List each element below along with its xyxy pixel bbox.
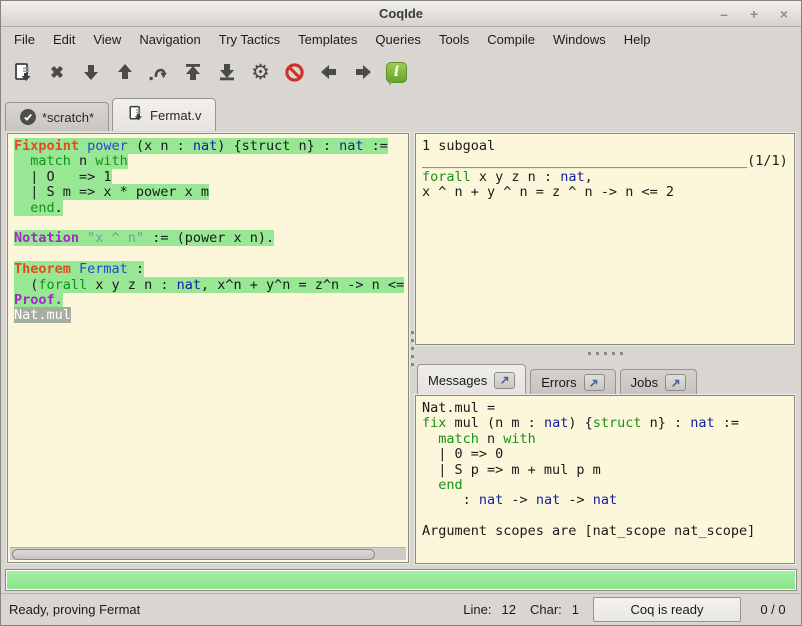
horizontal-scrollbar[interactable] [10,547,406,560]
tab-label: Jobs [631,375,658,390]
about-button[interactable]: i [383,57,410,87]
tab-label: Errors [541,375,576,390]
line-value: 12 [502,602,516,617]
tab-jobs[interactable]: Jobs [620,369,697,395]
arrow-down-icon [81,62,101,82]
script-view[interactable]: Fixpoint power (x n : nat) {struct n} : … [9,135,407,547]
save-button[interactable] [9,57,36,87]
status-bar: Ready, proving Fermat Line: 12 Char: 1 C… [1,593,801,625]
arrow-left-icon [319,62,339,82]
editor-pane[interactable]: Fixpoint power (x n : nat) {struct n} : … [7,133,409,563]
backward-one-button[interactable] [111,57,138,87]
arrow-right-icon [353,62,373,82]
coq-state-indicator: Coq is ready [593,597,741,622]
progress-fill [7,571,795,589]
interrupt-button[interactable] [281,57,308,87]
messages-pane: Nat.mul =fix mul (n m : nat) {struct n} … [415,395,795,564]
goals-pane: 1 subgoal_______________________________… [415,133,795,345]
go-to-cursor-button[interactable] [145,57,172,87]
progress-bar [5,569,797,591]
menu-templates[interactable]: Templates [289,29,366,50]
goals-view: 1 subgoal_______________________________… [417,135,793,343]
close-buffer-button[interactable] [43,57,70,87]
window-title: CoqIde [1,6,801,21]
menu-windows[interactable]: Windows [544,29,615,50]
tab-label: Messages [428,373,487,388]
coqide-window: CoqIde – + × File Edit View Navigation T… [0,0,802,626]
status-message: Ready, proving Fermat [9,602,140,617]
previous-button[interactable] [315,57,342,87]
arrow-to-top-icon [183,62,203,82]
tab-errors[interactable]: Errors [530,369,615,395]
detach-button[interactable] [665,374,686,391]
line-label: Line: [463,602,491,617]
forward-one-button[interactable] [77,57,104,87]
info-icon: i [386,62,407,83]
curved-arrow-icon [148,62,169,83]
minimize-button[interactable]: – [717,6,731,22]
counter: 0 / 0 [753,602,793,617]
arrow-up-icon [115,62,135,82]
menu-bar: File Edit View Navigation Try Tactics Te… [1,28,801,51]
menu-try-tactics[interactable]: Try Tactics [210,29,289,50]
preferences-button[interactable]: ⚙ [247,57,274,87]
main-area: Fixpoint power (x n : nat) {struct n} : … [1,131,801,566]
scrollbar-thumb[interactable] [12,549,375,560]
go-to-end-button[interactable] [213,57,240,87]
tab-messages[interactable]: Messages [417,364,526,395]
menu-navigation[interactable]: Navigation [130,29,209,50]
menu-file[interactable]: File [5,29,44,50]
detach-button[interactable] [584,374,605,391]
menu-queries[interactable]: Queries [366,29,430,50]
restart-button[interactable] [179,57,206,87]
tab-label: *scratch* [42,110,94,125]
close-button[interactable]: × [777,6,791,22]
menu-compile[interactable]: Compile [478,29,544,50]
char-label: Char: [530,602,562,617]
messages-view: Nat.mul =fix mul (n m : nat) {struct n} … [417,397,793,562]
check-circle-icon [20,109,36,125]
gear-icon: ⚙ [251,62,270,83]
horizontal-splitter[interactable] [415,345,795,361]
menu-edit[interactable]: Edit [44,29,84,50]
next-button[interactable] [349,57,376,87]
menu-help[interactable]: Help [615,29,660,50]
detach-button[interactable] [494,372,515,389]
title-bar: CoqIde – + × [1,1,801,27]
tab-bar: *scratch* Fermat.v [5,97,801,131]
tab-scratch[interactable]: *scratch* [5,102,109,131]
toolbar: ⚙ i [1,53,801,91]
tab-label: Fermat.v [150,108,201,123]
char-value: 1 [572,602,579,617]
menu-view[interactable]: View [84,29,130,50]
file-save-icon [127,105,144,125]
menu-tools[interactable]: Tools [430,29,478,50]
message-tab-bar: Messages Errors Jobs [417,363,795,395]
tab-fermat[interactable]: Fermat.v [112,98,216,131]
prohibition-icon [284,62,305,83]
file-save-icon [12,62,33,83]
maximize-button[interactable]: + [747,6,761,22]
close-x-icon [47,62,67,82]
arrow-to-bottom-icon [217,62,237,82]
